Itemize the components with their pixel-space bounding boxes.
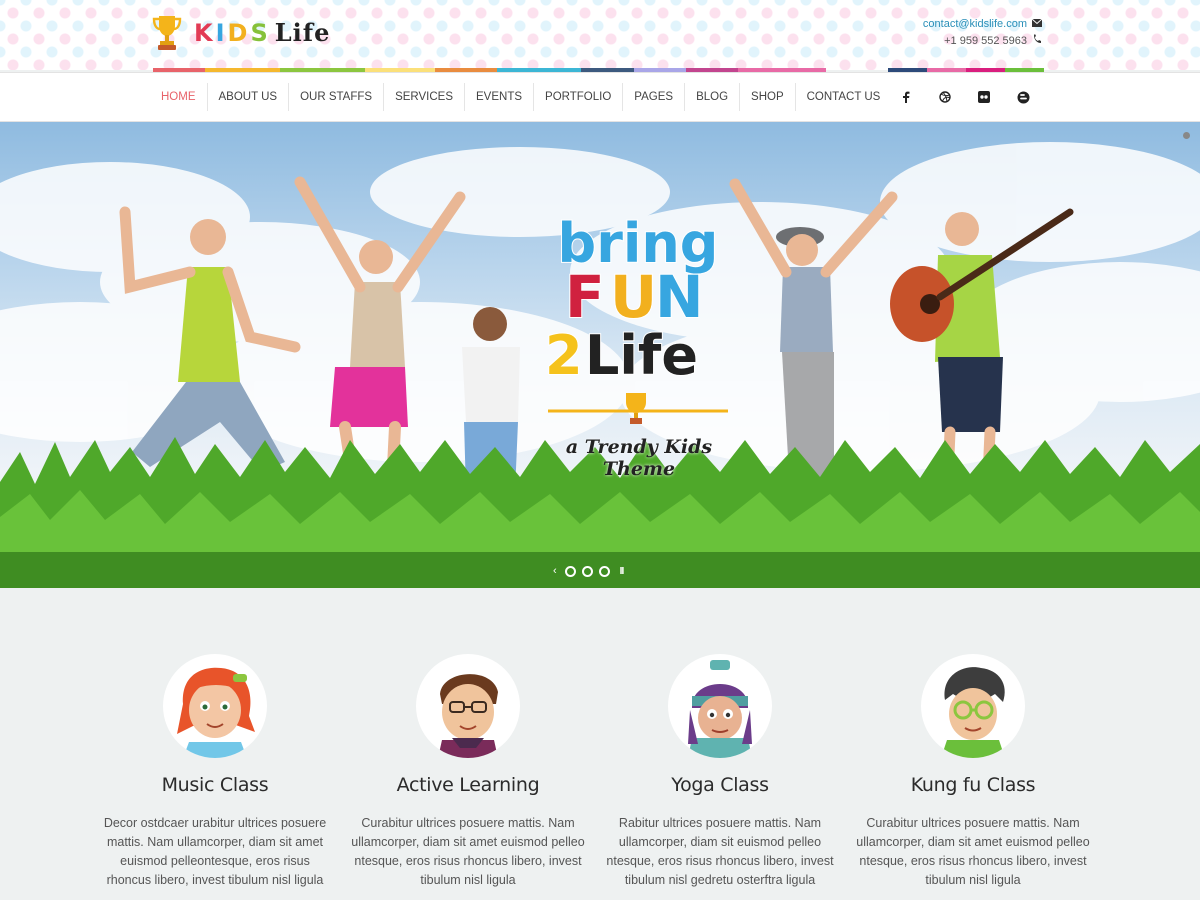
headline-letter: F bbox=[565, 263, 605, 331]
class-title: Yoga Class bbox=[671, 774, 769, 796]
logo-letter: I bbox=[215, 18, 228, 47]
site-logo[interactable]: KIDS Life bbox=[152, 12, 330, 52]
class-card: Active Learning Curabitur ultrices posue… bbox=[342, 654, 594, 890]
slide-dot[interactable] bbox=[598, 565, 610, 577]
flickr-icon[interactable] bbox=[971, 84, 997, 110]
dribbble-icon[interactable] bbox=[932, 84, 958, 110]
contact-phone: +1 959 552 5963 bbox=[944, 35, 1027, 47]
nav-item-home[interactable]: HOME bbox=[150, 83, 208, 111]
pause-button[interactable]: II bbox=[620, 566, 624, 577]
nav-item-shop[interactable]: SHOP bbox=[740, 83, 796, 111]
nav-menu: HOME ABOUT US OUR STAFFS SERVICES EVENTS PORT… bbox=[150, 73, 891, 121]
slider-controls: ‹ II bbox=[553, 565, 624, 577]
classes-section: Music Class Decor ostdcaer urabitur ultr… bbox=[0, 588, 1200, 900]
top-header: KIDS Life contact@kidslife.com +1 959 552… bbox=[0, 0, 1200, 70]
logo-suffix: Life bbox=[274, 17, 331, 47]
headline-number: 2 bbox=[545, 324, 583, 387]
class-description: Curabitur ultrices posuere mattis. Nam u… bbox=[351, 816, 585, 887]
headline-word: Life bbox=[585, 324, 698, 387]
facebook-icon[interactable] bbox=[893, 84, 919, 110]
blogger-icon[interactable] bbox=[1010, 84, 1036, 110]
class-description: Rabitur ultrices posuere mattis. Nam ull… bbox=[606, 816, 834, 887]
hero-image: bring F UN 2 Life bbox=[0, 142, 1200, 588]
redhead-girl-avatar[interactable] bbox=[163, 654, 267, 758]
contact-email[interactable]: contact@kidslife.com bbox=[923, 16, 1027, 33]
trophy-icon bbox=[152, 16, 182, 50]
logo-letter: K bbox=[194, 18, 216, 47]
class-description: Curabitur ultrices posuere mattis. Nam u… bbox=[856, 816, 1090, 887]
nav-item-our-staffs[interactable]: OUR STAFFS bbox=[289, 83, 385, 111]
boy-glasses-avatar[interactable] bbox=[416, 654, 520, 758]
logo-letter: D bbox=[227, 18, 251, 47]
nav-item-pages[interactable]: PAGES bbox=[623, 83, 686, 111]
hero-tagline: a Trendy Kids Theme bbox=[565, 436, 713, 480]
main-navigation: HOME ABOUT US OUR STAFFS SERVICES EVENTS PORT… bbox=[0, 72, 1200, 122]
social-links bbox=[893, 73, 1036, 121]
envelope-icon bbox=[1031, 16, 1043, 33]
nav-item-portfolio[interactable]: PORTFOLIO bbox=[534, 83, 624, 111]
class-card: Music Class Decor ostdcaer urabitur ultr… bbox=[89, 654, 341, 890]
class-card: Kung fu Class Curabitur ultrices posuere… bbox=[847, 654, 1099, 890]
scroll-indicator[interactable] bbox=[1183, 132, 1190, 139]
class-title: Music Class bbox=[161, 774, 269, 796]
hero-slider: bring FUN 2 Life a Trendy Kids Theme ‹ I… bbox=[0, 122, 1200, 588]
nav-item-blog[interactable]: BLOG bbox=[685, 83, 741, 111]
nav-item-about-us[interactable]: ABOUT US bbox=[208, 83, 290, 111]
slide-dot[interactable] bbox=[581, 565, 593, 577]
contact-info: contact@kidslife.com +1 959 552 5963 bbox=[923, 16, 1043, 50]
slide-dot[interactable] bbox=[564, 565, 576, 577]
nav-item-services[interactable]: SERVICES bbox=[384, 83, 466, 111]
class-description: Decor ostdcaer urabitur ultrices posuere… bbox=[103, 816, 327, 887]
phone-icon bbox=[1032, 33, 1042, 50]
class-title: Active Learning bbox=[396, 774, 540, 796]
logo-letter: S bbox=[250, 18, 271, 47]
nav-item-events[interactable]: EVENTS bbox=[465, 83, 535, 111]
headline-letter: U bbox=[610, 263, 657, 331]
nav-item-contact-us[interactable]: CONTACT US bbox=[796, 83, 892, 111]
class-card: Yoga Class Rabitur ultrices posuere matt… bbox=[594, 654, 846, 890]
headline-letter: N bbox=[655, 263, 704, 331]
headline-line2: F UN bbox=[564, 262, 705, 332]
logo-text: KIDS Life bbox=[194, 18, 330, 47]
green-glasses-boy-avatar[interactable] bbox=[921, 654, 1025, 758]
prev-slide-button[interactable]: ‹ bbox=[553, 565, 557, 577]
class-title: Kung fu Class bbox=[910, 774, 1036, 796]
hat-kid-avatar[interactable] bbox=[668, 654, 772, 758]
